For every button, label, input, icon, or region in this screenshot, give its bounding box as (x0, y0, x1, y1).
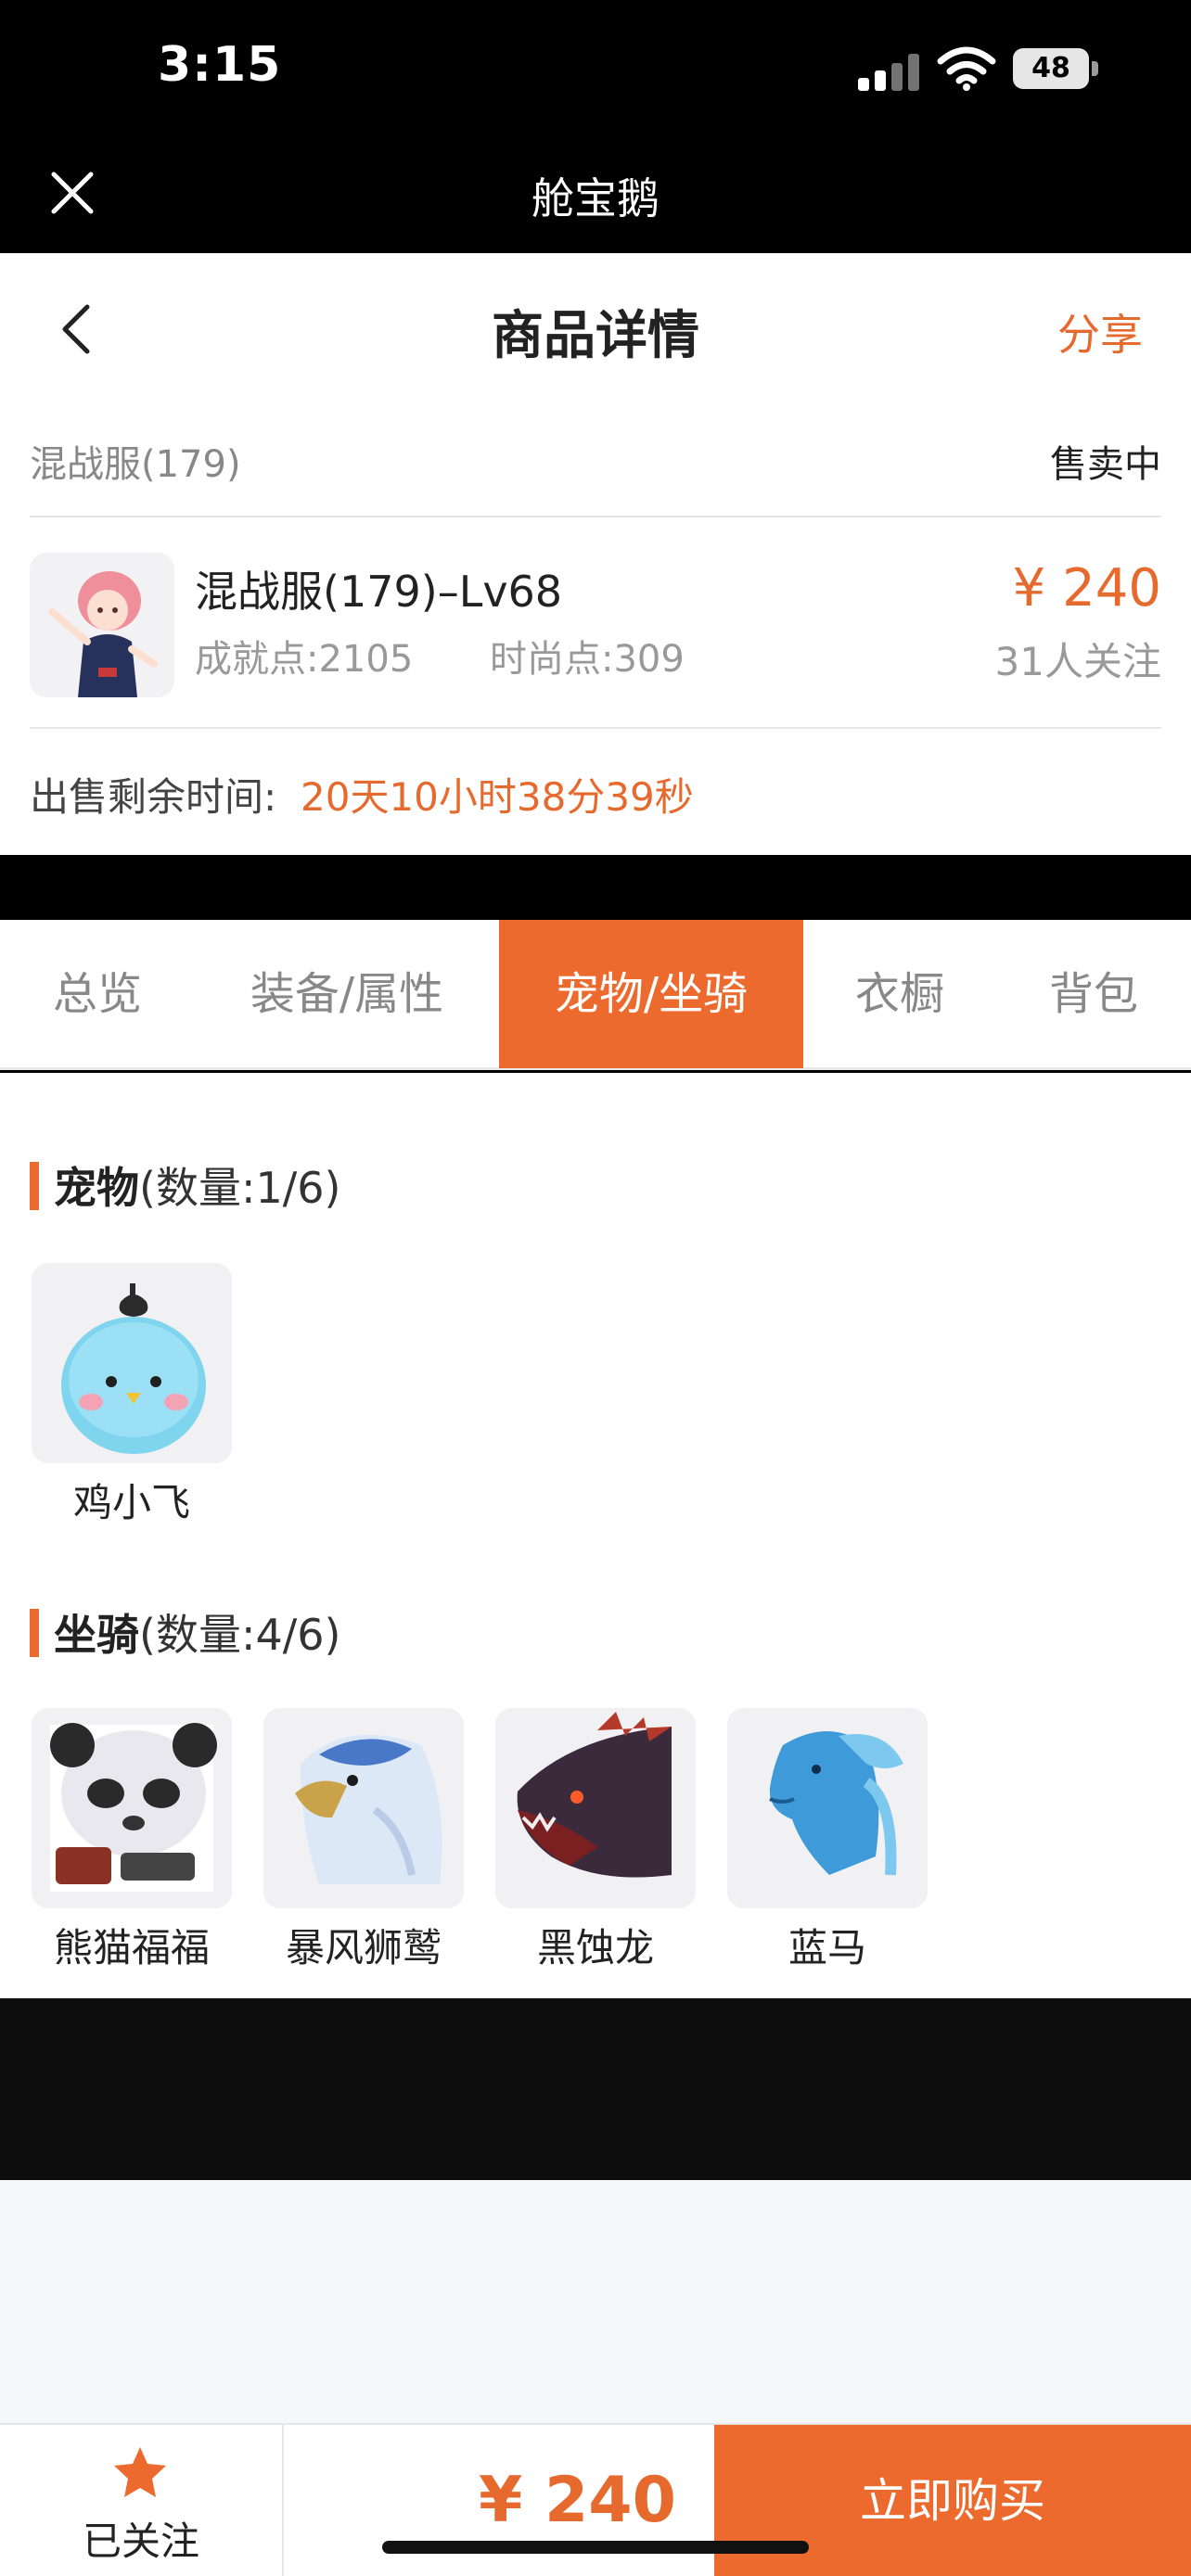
product-detail-page: 商品详情 分享 混战服(179) 售卖中 混战服(179)–Lv68 成就点:2… (0, 253, 1191, 855)
mount-thumbnail-dragon[interactable] (495, 1708, 696, 1908)
character-avatar (30, 553, 174, 697)
mount-name-griffin: 暴风狮鹫 (285, 1925, 442, 1970)
remaining-time-label: 出售剩余时间: (30, 774, 277, 820)
pet-thumbnail[interactable] (32, 1263, 232, 1463)
mount-thumbnail-blue-horse[interactable] (727, 1708, 928, 1908)
server-name: 混战服(179) (30, 443, 241, 486)
item-price: ¥ 240 (1012, 558, 1161, 618)
mount-name-panda: 熊猫福福 (53, 1925, 210, 1970)
tab-equipment[interactable]: 装备/属性 (195, 920, 499, 1068)
fashion-points: 时尚点:309 (490, 638, 685, 681)
mounts-heading: 坐骑 (54, 1610, 139, 1660)
item-stats: 成就点:2105 时尚点:309 (195, 629, 685, 682)
tab-bag[interactable]: 背包 (996, 920, 1191, 1068)
remaining-time-row: 出售剩余时间: 20天10小时38分39秒 (30, 729, 1161, 855)
pet-name: 鸡小飞 (72, 1480, 190, 1525)
sale-status: 售卖中 (1050, 443, 1161, 486)
pets-heading: 宠物 (54, 1163, 139, 1213)
divider (0, 896, 1191, 920)
wifi-icon (937, 46, 996, 91)
app-bar: 舱宝鹅 (0, 139, 1191, 253)
follow-label: 已关注 (82, 2519, 199, 2564)
pets-section-title: 宠物(数量:1/6) (30, 1154, 340, 1216)
followers-count: 31人关注 (994, 639, 1161, 684)
share-button[interactable]: 分享 (1057, 301, 1143, 363)
cellular-signal-icon (858, 52, 921, 91)
remaining-time-value: 20天10小时38分39秒 (301, 774, 694, 820)
item-title: 混战服(179)–Lv68 (195, 567, 563, 617)
battery-level: 48 (1013, 48, 1089, 89)
mount-thumbnail-griffin[interactable] (263, 1708, 464, 1908)
status-time: 3:15 (158, 37, 282, 93)
spacer-band (0, 1998, 1191, 2180)
bottom-price: ¥ 240 (479, 2464, 676, 2537)
achievement-points: 成就点:2105 (195, 638, 414, 681)
server-row: 混战服(179) 售卖中 (30, 406, 1161, 517)
mount-name-dragon: 黑蚀龙 (536, 1925, 654, 1970)
tab-pets-mounts[interactable]: 宠物/坐骑 (499, 920, 803, 1068)
empty-area (0, 2180, 1191, 2423)
mounts-section-title: 坐骑(数量:4/6) (30, 1601, 340, 1663)
tab-wardrobe[interactable]: 衣橱 (803, 920, 996, 1068)
page-title: 商品详情 (492, 306, 699, 366)
pets-count: (数量:1/6) (139, 1163, 341, 1213)
tab-overview[interactable]: 总览 (0, 920, 195, 1068)
home-indicator[interactable] (382, 2541, 809, 2554)
pets-mounts-content: 宠物(数量:1/6) 鸡小飞 坐骑(数量:4/6) 熊猫福福 暴风狮鹫 黑蚀龙 … (0, 1073, 1191, 1998)
mount-name-blue-horse: 蓝马 (788, 1925, 866, 1970)
item-summary[interactable]: 混战服(179)–Lv68 成就点:2105 时尚点:309 ¥ 240 31人… (30, 517, 1161, 729)
app-title: 舱宝鹅 (531, 173, 660, 223)
mount-thumbnail-panda[interactable] (32, 1708, 232, 1908)
battery-icon: 48 (1013, 48, 1098, 89)
detail-tabs: 总览 装备/属性 宠物/坐骑 衣橱 背包 (0, 920, 1191, 1070)
mounts-count: (数量:4/6) (139, 1610, 341, 1660)
follow-button[interactable]: 已关注 (0, 2425, 284, 2576)
status-bar: 3:15 48 (0, 0, 1191, 139)
page-header: 商品详情 分享 (0, 253, 1191, 406)
star-icon (114, 2447, 166, 2497)
